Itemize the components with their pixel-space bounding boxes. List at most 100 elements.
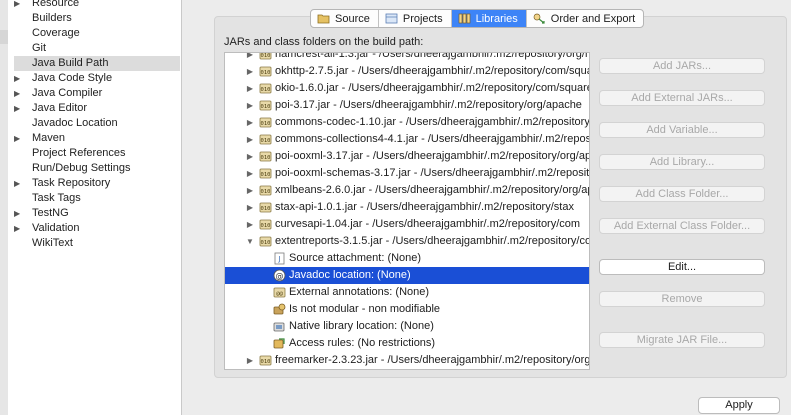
jar-entry-row[interactable]: ▶ 010 okio-1.6.0.jar - /Users/dheerajgambh… [225,80,589,97]
entry-label: Source attachment: (None) [289,252,422,264]
svg-text:010: 010 [261,121,271,127]
entry-label: Javadoc location: (None) [289,269,411,281]
jar-attribute-row[interactable]: J Source attachment: (None) [225,250,589,267]
expand-arrow-icon[interactable]: ▶ [14,101,32,116]
annotations-icon: @@ [273,286,286,299]
jar-entry-row[interactable]: ▶ 010 hamcrest-all-1.3.jar - /Users/dheera… [225,52,590,63]
jar-entry-row[interactable]: ▶ 010 poi-3.17.jar - /Users/dheerajgambhir… [225,97,589,114]
jar-icon: 010 [259,53,272,61]
tab-projects[interactable]: Projects [379,10,452,27]
tree-item-label: Javadoc Location [32,117,118,129]
jar-entry-row[interactable]: ▶ 010 commons-collections4-4.1.jar - /User… [225,131,589,148]
tree-item-validation[interactable]: ▶ Validation [14,221,180,236]
expand-arrow-icon[interactable]: ▶ [245,352,255,369]
tab-order-and-export[interactable]: Order and Export [527,10,643,27]
migrate-jar-file-button[interactable]: Migrate JAR File... [599,332,765,348]
jar-attribute-row[interactable]: Is not modular - non modifiable [225,301,589,318]
tree-item-testng[interactable]: ▶ TestNG [14,206,180,221]
svg-text:010: 010 [261,206,271,212]
entry-label: Access rules: (No restrictions) [289,337,436,349]
tree-item-label: Java Build Path [32,57,109,69]
add-external-class-folder-button[interactable]: Add External Class Folder... [599,218,765,234]
tree-item-maven[interactable]: ▶ Maven [14,131,180,146]
expand-arrow-icon[interactable]: ▶ [14,131,32,146]
jar-icon: 010 [259,167,272,180]
expand-arrow-icon[interactable]: ▶ [245,80,255,97]
libraries-icon [458,12,471,25]
tree-item-java-code-style[interactable]: ▶ Java Code Style [14,71,180,86]
build-path-list[interactable]: ▶ 010 hamcrest-all-1.3.jar - /Users/dheera… [224,52,590,370]
expand-arrow-icon[interactable]: ▶ [245,199,255,216]
jar-entry-row[interactable]: ▶ 010 stax-api-1.0.1.jar - /Users/dheerajg… [225,199,589,216]
apply-button[interactable]: Apply [698,397,780,414]
jar-entry-row[interactable]: ▶ 010 curvesapi-1.04.jar - /Users/dheerajg… [225,216,589,233]
jar-entry-row[interactable]: ▶ 010 xmlbeans-2.6.0.jar - /Users/dheerajg… [225,182,589,199]
jar-entry-row[interactable]: ▶ 010 poi-ooxml-3.17.jar - /Users/dheerajg… [225,148,589,165]
tree-item-label: Java Compiler [32,87,103,99]
expand-arrow-icon[interactable]: ▶ [14,86,32,101]
remove-button[interactable]: Remove [599,291,765,307]
jar-entry-row[interactable]: ▶ 010 okhttp-2.7.5.jar - /Users/dheerajgam… [225,63,589,80]
panel-divider[interactable] [181,0,182,415]
jar-icon: 010 [259,65,272,78]
jar-icon: 010 [259,184,272,197]
tree-item-coverage[interactable]: Coverage [14,26,180,41]
expand-arrow-icon[interactable]: ▶ [14,0,32,11]
expand-arrow-icon[interactable]: ▶ [245,182,255,199]
tree-item-java-build-path[interactable]: Java Build Path [14,56,180,71]
expand-arrow-icon[interactable]: ▶ [245,97,255,114]
expand-arrow-icon[interactable]: ▶ [245,131,255,148]
svg-text:010: 010 [261,53,271,59]
add-class-folder-button[interactable]: Add Class Folder... [599,186,765,202]
expand-arrow-icon[interactable]: ▶ [245,216,255,233]
svg-text:010: 010 [261,189,271,195]
jar-entry-row[interactable]: ▼ 010 extentreports-3.1.5.jar - /Users/dhe… [225,233,589,250]
expand-arrow-icon[interactable]: ▶ [245,114,255,131]
expand-arrow-icon[interactable]: ▶ [14,206,32,221]
tree-item-java-editor[interactable]: ▶ Java Editor [14,101,180,116]
left-edge-strip [0,0,8,415]
tree-item-label: Task Tags [32,192,81,204]
tree-item-task-tags[interactable]: Task Tags [14,191,180,206]
expand-arrow-icon[interactable]: ▶ [14,71,32,86]
jar-entry-row[interactable]: ▶ 010 commons-codec-1.10.jar - /Users/dhee… [225,114,589,131]
jar-attribute-row[interactable]: @@ External annotations: (None) [225,284,589,301]
jar-icon: 010 [259,150,272,163]
add-external-jars-button[interactable]: Add External JARs... [599,90,765,106]
add-jars-button[interactable]: Add JARs... [599,58,765,74]
entry-label: okhttp-2.7.5.jar - /Users/dheerajgambhir… [275,65,590,77]
expand-arrow-icon[interactable]: ▶ [245,53,255,63]
jar-attribute-row[interactable]: @ Javadoc location: (None) [225,267,589,284]
expand-arrow-icon[interactable]: ▶ [14,221,32,236]
entry-label: hamcrest-all-1.3.jar - /Users/dheerajgam… [275,52,590,60]
tree-item-wikitext[interactable]: WikiText [14,236,180,251]
tree-item-javadoc-location[interactable]: Javadoc Location [14,116,180,131]
expand-arrow-icon[interactable]: ▶ [245,148,255,165]
svg-text:010: 010 [261,104,271,110]
tree-item-task-repository[interactable]: ▶ Task Repository [14,176,180,191]
tab-label: Libraries [475,12,518,25]
tree-item-git[interactable]: Git [14,41,180,56]
add-library-button[interactable]: Add Library... [599,154,765,170]
tree-item-builders[interactable]: Builders [14,11,180,26]
entry-label: curvesapi-1.04.jar - /Users/dheerajgambh… [275,218,581,230]
jar-attribute-row[interactable]: Native library location: (None) [225,318,589,335]
tree-item-run-debug-settings[interactable]: Run/Debug Settings [14,161,180,176]
tree-item-resource[interactable]: ▶ Resource [14,0,180,11]
jar-entry-row[interactable]: ▶ 010 freemarker-2.3.23.jar - /Users/dheer… [225,352,589,369]
expand-arrow-icon[interactable]: ▶ [14,176,32,191]
tab-libraries[interactable]: Libraries [451,10,527,27]
tree-item-java-compiler[interactable]: ▶ Java Compiler [14,86,180,101]
tree-item-project-references[interactable]: Project References [14,146,180,161]
tab-source[interactable]: Source [311,10,379,27]
entry-label: commons-collections4-4.1.jar - /Users/dh… [275,133,590,145]
edit-button[interactable]: Edit... [599,259,765,275]
expand-arrow-icon[interactable]: ▶ [245,165,255,182]
source-attachment-icon: J [273,252,286,265]
jar-icon: 010 [259,133,272,146]
expand-arrow-icon[interactable]: ▶ [245,63,255,80]
collapse-arrow-icon[interactable]: ▼ [245,233,255,250]
jar-attribute-row[interactable]: Access rules: (No restrictions) [225,335,589,352]
add-variable-button[interactable]: Add Variable... [599,122,765,138]
jar-entry-row[interactable]: ▶ 010 poi-ooxml-schemas-3.17.jar - /Users/… [225,165,589,182]
